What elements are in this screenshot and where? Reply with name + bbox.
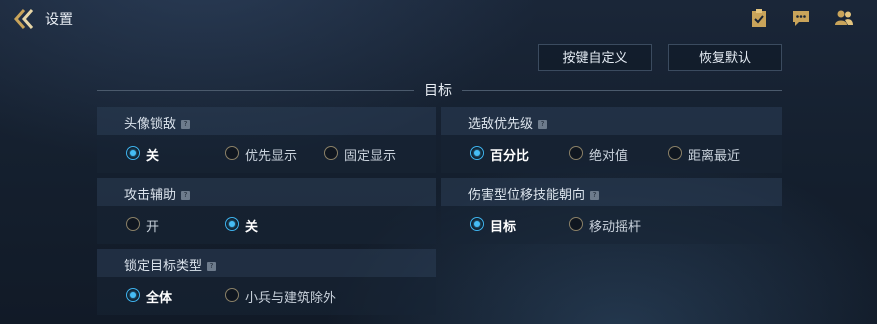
panel-avatar-lock: 头像锁敌? 关 优先显示 固定显示 — [97, 107, 436, 173]
chat-button[interactable] — [791, 8, 811, 28]
help-icon[interactable]: ? — [181, 191, 191, 200]
help-icon[interactable]: ? — [181, 120, 191, 129]
help-icon[interactable]: ? — [538, 120, 548, 129]
restore-default-button[interactable]: 恢复默认 — [668, 44, 782, 71]
help-icon[interactable]: ? — [207, 262, 217, 271]
clipboard-icon — [752, 9, 766, 27]
back-arrow-icon — [13, 9, 34, 29]
page-title: 设置 — [45, 12, 73, 28]
radio-unselected-icon — [126, 217, 140, 231]
divider-left — [97, 90, 414, 91]
panel-attack-assist: 攻击辅助? 开 关 — [97, 178, 436, 244]
panel-target-priority: 选敌优先级? 百分比 绝对值 距离最近 — [441, 107, 782, 173]
radio-unselected-icon — [569, 146, 583, 160]
panel-title: 选敌优先级 — [468, 117, 534, 132]
panel-title: 头像锁敌 — [124, 117, 177, 132]
radio-unselected-icon — [225, 146, 239, 160]
section-header: 目标 — [0, 80, 877, 100]
section-title: 目标 — [424, 83, 452, 99]
friends-icon — [835, 10, 853, 25]
custom-keys-button[interactable]: 按键自定义 — [538, 44, 652, 71]
radio-selected-icon — [126, 146, 140, 160]
panel-title: 攻击辅助 — [124, 188, 177, 203]
panel-lock-target-type: 锁定目标类型? 全体 小兵与建筑除外 — [97, 249, 436, 315]
radio-selected-icon — [470, 146, 484, 160]
radio-unselected-icon — [225, 288, 239, 302]
radio-selected-icon — [470, 217, 484, 231]
help-icon[interactable]: ? — [590, 191, 600, 200]
clipboard-button[interactable] — [749, 8, 769, 28]
radio-unselected-icon — [668, 146, 682, 160]
back-button[interactable] — [13, 7, 40, 31]
divider-right — [462, 90, 782, 91]
panel-title: 锁定目标类型 — [124, 259, 203, 274]
radio-selected-icon — [126, 288, 140, 302]
top-bar: 设置 — [0, 0, 877, 38]
panel-title: 伤害型位移技能朝向 — [468, 188, 586, 203]
panel-dash-direction: 伤害型位移技能朝向? 目标 移动摇杆 — [441, 178, 782, 244]
chat-icon — [793, 11, 809, 26]
friends-button[interactable] — [834, 8, 854, 28]
radio-unselected-icon — [324, 146, 338, 160]
radio-unselected-icon — [569, 217, 583, 231]
radio-selected-icon — [225, 217, 239, 231]
